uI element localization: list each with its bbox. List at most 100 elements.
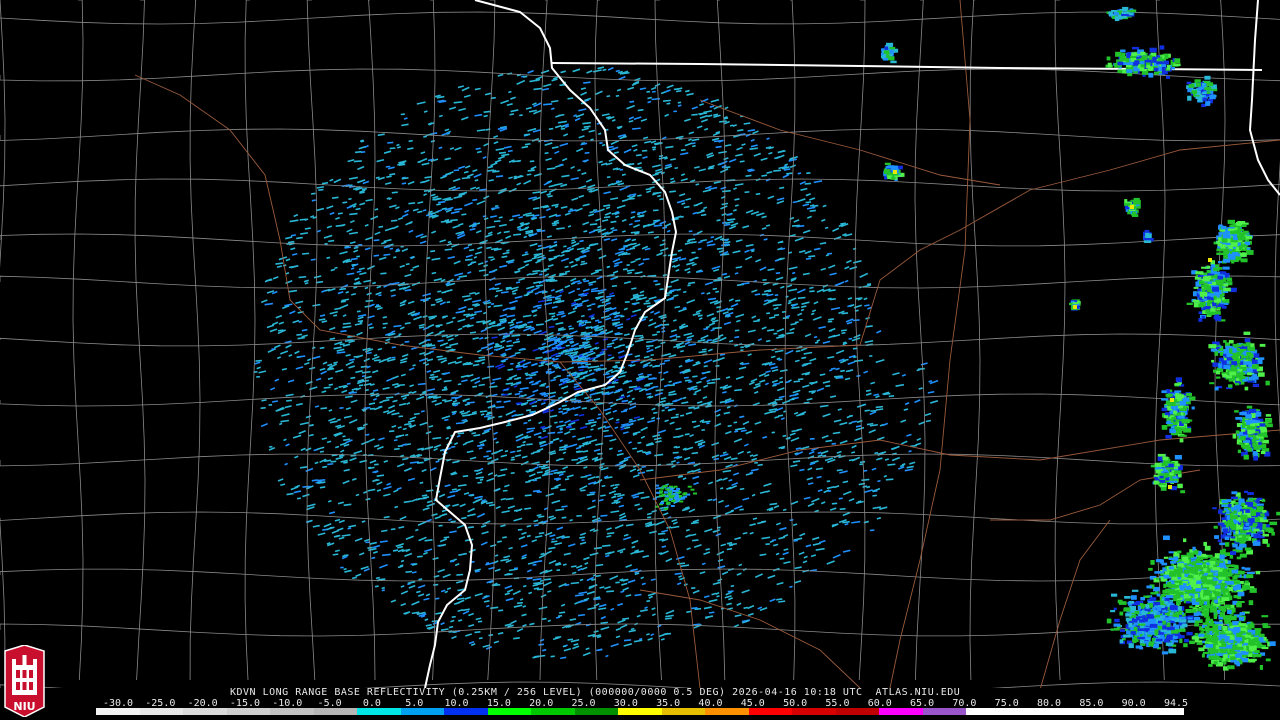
echo-speckle <box>538 436 542 438</box>
echo-speckle <box>664 495 669 498</box>
storm-pixel <box>1132 211 1137 216</box>
echo-speckle <box>672 490 676 492</box>
echo-speckle <box>664 491 669 494</box>
echo-speckle <box>681 497 685 499</box>
storm-pixel <box>1156 61 1164 65</box>
storm-pixel <box>1131 52 1137 56</box>
echo-speckle <box>664 498 669 501</box>
storm-pixel <box>1186 81 1192 85</box>
storm-pixel <box>884 46 888 50</box>
storm-pixel <box>884 162 891 165</box>
echo-speckle <box>669 496 674 499</box>
storm-pixel <box>1124 203 1131 206</box>
echo-speckle <box>687 485 692 488</box>
echo-speckle <box>532 563 537 566</box>
echo-speckle <box>655 491 660 494</box>
storm-pixel <box>1113 12 1119 16</box>
echo-speckle <box>779 241 784 244</box>
echo-speckle <box>673 110 677 113</box>
storm-pixel <box>1106 56 1111 61</box>
storm-pixel <box>1149 47 1157 53</box>
storm-pixel <box>1198 86 1206 90</box>
storm-pixel <box>1142 55 1146 60</box>
storm-pixel <box>1204 87 1208 90</box>
echo-speckle <box>597 321 602 324</box>
storm-pixel <box>1205 101 1211 106</box>
echo-speckle <box>673 485 678 488</box>
storm-pixel <box>1159 45 1165 50</box>
storm-pixel <box>1171 67 1175 70</box>
storm-pixel <box>1134 62 1139 66</box>
storm-pixel <box>1115 51 1122 57</box>
storm-pixel <box>1130 9 1137 13</box>
echo-speckle <box>740 346 744 349</box>
echo-speckle <box>674 495 679 498</box>
storm-pixel <box>1144 240 1152 243</box>
echo-speckle <box>663 485 668 487</box>
storm-pixel <box>1196 82 1201 87</box>
storm-pixel <box>1156 55 1161 58</box>
storm-pixel <box>1117 61 1124 66</box>
storm-pixel <box>1133 200 1140 204</box>
storm-pixel <box>890 60 897 64</box>
echo-speckle <box>749 471 754 474</box>
echo-speckle <box>779 381 784 384</box>
echo-speckle <box>664 507 669 510</box>
echo-speckle <box>473 222 477 225</box>
storm-pixel <box>1161 64 1167 68</box>
echo-speckle <box>690 488 695 491</box>
storm-pixel <box>1211 94 1216 97</box>
storm-pixel <box>1130 55 1136 59</box>
storm-pixel <box>890 165 898 171</box>
storm-pixel <box>1126 69 1133 73</box>
storm-pixel <box>1152 57 1157 63</box>
storm-pixel <box>1125 62 1134 66</box>
storm-pixel <box>1133 66 1138 72</box>
storm-pixel <box>1069 302 1073 306</box>
echo-speckle <box>670 505 675 507</box>
storm-pixel <box>1108 11 1113 16</box>
echo-speckle <box>671 500 675 503</box>
storm-pixel <box>1119 56 1126 61</box>
echo-speckle <box>693 492 697 495</box>
storm-pixel <box>1140 51 1146 56</box>
storm-pixel <box>1140 61 1145 65</box>
echo-speckle <box>268 403 273 406</box>
storm-pixel <box>1107 62 1112 68</box>
storm-pixel <box>891 176 896 180</box>
storm-pixel <box>1121 11 1130 14</box>
radar-map <box>0 0 1280 720</box>
storm-pixel <box>1204 75 1211 80</box>
storm-pixel <box>1145 233 1152 238</box>
storm-pixel <box>1187 95 1192 101</box>
echo-speckle <box>658 494 663 497</box>
echo-speckle <box>340 566 344 569</box>
storm-pixel <box>1128 12 1134 16</box>
echo-speckle <box>683 492 688 495</box>
storm-pixel <box>1132 46 1140 50</box>
echo-speckle <box>581 539 585 542</box>
storm-pixel <box>1216 252 1224 255</box>
storm-pixel <box>1145 62 1151 65</box>
storm-pixel <box>886 53 890 58</box>
echo-speckle <box>271 348 275 351</box>
storm-pixel <box>889 46 896 50</box>
storm-pixel <box>1153 67 1159 72</box>
storm-pixel <box>1166 64 1171 70</box>
storm-pixel <box>1072 302 1079 305</box>
storm-pixel <box>1191 90 1197 94</box>
echo-speckle <box>679 500 684 503</box>
echo-speckle <box>673 497 678 500</box>
storm-pixel <box>1174 58 1181 63</box>
echo-speckle <box>256 375 261 378</box>
storm-pixel <box>1154 71 1160 75</box>
storm-pixel <box>1206 91 1211 94</box>
storm-pixel <box>1173 63 1181 67</box>
echo-speckle <box>667 492 672 495</box>
storm-pixel <box>1206 82 1214 87</box>
storm-pixel <box>1149 55 1153 59</box>
storm-pixel <box>1157 66 1162 72</box>
echo-speckle <box>754 461 758 464</box>
storm-pixel <box>1148 72 1154 78</box>
storm-pixel <box>887 172 894 176</box>
